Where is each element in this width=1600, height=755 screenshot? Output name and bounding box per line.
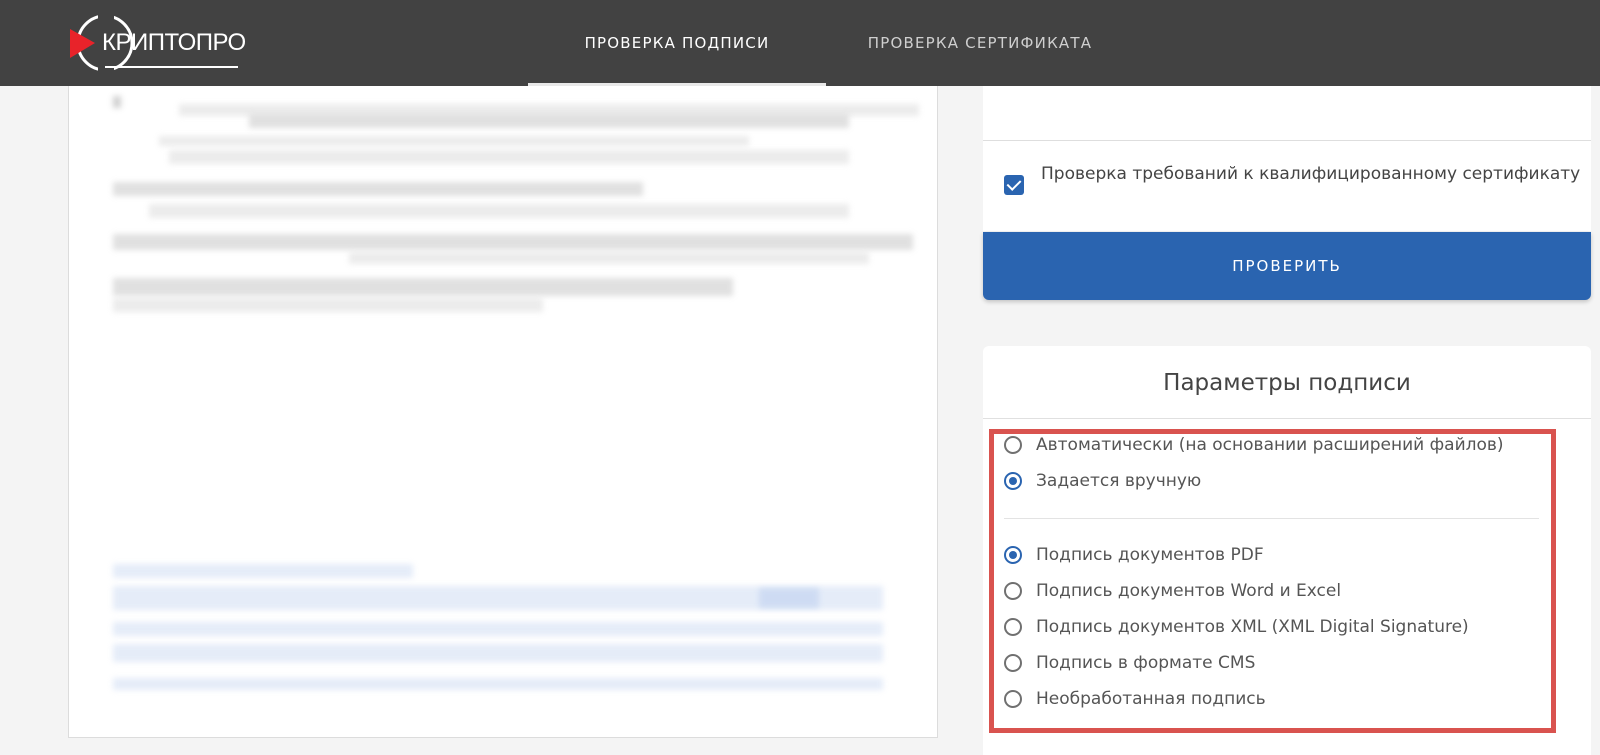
logo-text: КРИПТОПРО bbox=[102, 29, 246, 56]
verify-button[interactable]: ПРОВЕРИТЬ bbox=[983, 232, 1591, 300]
top-navbar: КРИПТОПРО ПРОВЕРКА ПОДПИСИ ПРОВЕРКА СЕРТ… bbox=[0, 0, 1600, 86]
tab-signature-check-label: ПРОВЕРКА ПОДПИСИ bbox=[584, 34, 770, 52]
radio-button[interactable] bbox=[1004, 654, 1022, 672]
cryptopro-logo[interactable]: КРИПТОПРО bbox=[68, 12, 248, 76]
verification-card: Проверка требований к квалифицированному… bbox=[983, 86, 1591, 231]
qualified-cert-checkbox[interactable] bbox=[1004, 175, 1024, 195]
radio-label: Подпись документов PDF bbox=[1036, 545, 1264, 565]
redacted-text bbox=[113, 234, 913, 250]
radio-format-xml[interactable]: Подпись документов XML (XML Digital Sign… bbox=[1004, 613, 1469, 641]
radio-label: Подпись документов Word и Excel bbox=[1036, 581, 1342, 601]
redacted-text bbox=[249, 114, 849, 128]
tab-signature-check[interactable]: ПРОВЕРКА ПОДПИСИ bbox=[528, 0, 826, 86]
radio-button[interactable] bbox=[1004, 582, 1022, 600]
radio-label: Подпись в формате CMS bbox=[1036, 653, 1256, 673]
redacted-text bbox=[759, 588, 819, 608]
redacted-text bbox=[349, 252, 869, 264]
redacted-table-row bbox=[113, 644, 883, 662]
radio-button[interactable] bbox=[1004, 618, 1022, 636]
radio-label: Задается вручную bbox=[1036, 471, 1202, 491]
redacted-table-row bbox=[113, 622, 883, 636]
qualified-cert-label: Проверка требований к квалифицированному… bbox=[1041, 164, 1581, 184]
radio-format-word-excel[interactable]: Подпись документов Word и Excel bbox=[1004, 577, 1341, 605]
divider bbox=[983, 418, 1591, 419]
tab-certificate-check[interactable]: ПРОВЕРКА СЕРТИФИКАТА bbox=[836, 0, 1124, 86]
radio-label: Необработанная подпись bbox=[1036, 689, 1266, 709]
radio-button[interactable] bbox=[1004, 546, 1022, 564]
verify-button-label: ПРОВЕРИТЬ bbox=[1232, 257, 1342, 275]
radio-mode-manual[interactable]: Задается вручную bbox=[1004, 467, 1201, 495]
redacted-text bbox=[113, 564, 413, 578]
document-preview bbox=[68, 86, 938, 738]
radio-label: Автоматически (на основании расширений ф… bbox=[1036, 435, 1504, 455]
divider bbox=[1004, 518, 1539, 519]
radio-mode-automatic[interactable]: Автоматически (на основании расширений ф… bbox=[1004, 431, 1504, 459]
redacted-text bbox=[113, 278, 733, 296]
radio-format-cms[interactable]: Подпись в формате CMS bbox=[1004, 649, 1255, 677]
redacted-table-row bbox=[113, 678, 883, 690]
redacted-text bbox=[113, 298, 543, 312]
redacted-text bbox=[159, 136, 749, 146]
divider bbox=[983, 140, 1591, 141]
tab-certificate-check-label: ПРОВЕРКА СЕРТИФИКАТА bbox=[867, 34, 1093, 52]
redacted-text bbox=[113, 96, 121, 108]
redacted-text bbox=[149, 204, 849, 218]
redacted-text bbox=[169, 150, 849, 164]
radio-button[interactable] bbox=[1004, 472, 1022, 490]
radio-format-pdf[interactable]: Подпись документов PDF bbox=[1004, 541, 1264, 569]
redacted-text bbox=[113, 182, 643, 196]
radio-button[interactable] bbox=[1004, 436, 1022, 454]
radio-label: Подпись документов XML (XML Digital Sign… bbox=[1036, 617, 1469, 637]
radio-format-raw[interactable]: Необработанная подпись bbox=[1004, 685, 1266, 713]
radio-button[interactable] bbox=[1004, 690, 1022, 708]
params-title: Параметры подписи bbox=[1163, 370, 1411, 396]
